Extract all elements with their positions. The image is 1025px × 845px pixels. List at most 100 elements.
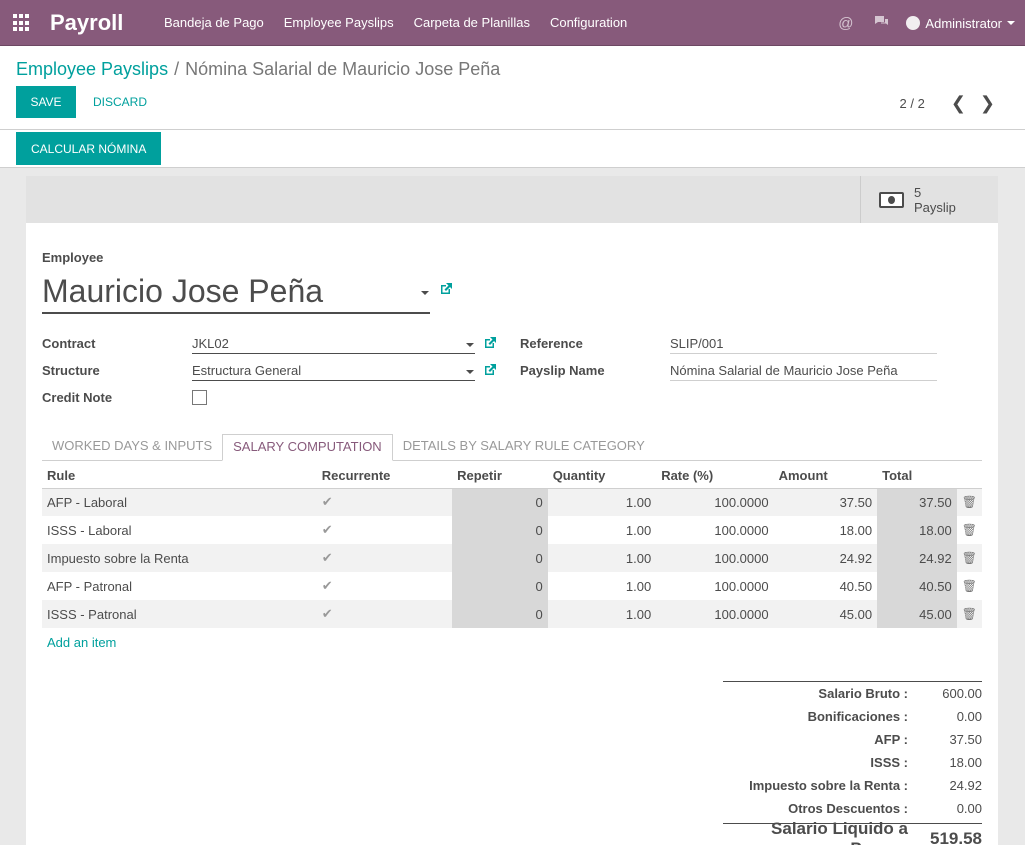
employee-field[interactable]: Mauricio Jose Peña [42,272,430,314]
cell-amount: 37.50 [773,488,878,516]
cell-rate: 100.0000 [714,522,769,538]
column-header-repetir[interactable]: Repetir [452,464,548,489]
structure-dropdown-icon[interactable] [466,370,474,374]
cell-rule: ISSS - Laboral [47,522,132,538]
employee-name: Mauricio Jose Peña [42,273,324,309]
apps-grid-icon[interactable] [13,14,31,32]
add-item-link[interactable]: Add an item [47,635,116,650]
cell-amount: 40.50 [839,578,873,594]
trash-icon[interactable]: 🗑 [957,572,982,600]
avatar [906,16,921,30]
structure-external-link-icon[interactable] [484,363,497,379]
cell-rule: ISSS - Patronal [42,600,317,628]
pager: 2 / 2 ❮ ❯ [900,93,995,114]
cell-rule: AFP - Laboral [42,488,317,516]
contract-dropdown-icon[interactable] [466,343,474,347]
total-row: Bonificaciones : 0.00 [723,705,982,728]
column-header-rule[interactable]: Rule [42,464,317,489]
contract-external-link-icon[interactable] [484,336,497,352]
calcular-nomina-button[interactable]: CALCULAR NÓMINA [16,132,162,165]
user-name: Administrator [925,15,1002,31]
trash-icon[interactable]: 🗑 [957,516,982,544]
trash-icon[interactable]: 🗑 [956,600,982,628]
pager-next-icon[interactable]: ❯ [980,93,995,114]
cell-rate: 100.0000 [656,488,774,516]
table-row[interactable]: AFP - Laboral ✔ 0 1.00 100.0000 37.50 37… [42,488,982,516]
reference-field[interactable]: SLIP/001 [670,334,937,354]
cell-recurrente: ✔ [316,600,453,628]
save-button[interactable]: SAVE [16,86,76,118]
tab-details-by-salary-rule-category[interactable]: DETAILS BY SALARY RULE CATEGORY [393,434,655,461]
menu-configuration[interactable]: Configuration [540,0,637,46]
payslip-count-label: Payslip [914,199,956,215]
breadcrumb: Employee Payslips / Nómina Salarial de Mau… [16,59,500,80]
navbar-right: @ Administrator [828,0,1015,46]
breadcrumb-parent[interactable]: Employee Payslips [16,59,168,79]
cell-rate: 100.0000 [714,578,769,594]
money-icon [879,191,904,208]
employee-dropdown-icon[interactable] [421,291,429,295]
cell-rate: 100.0000 [656,544,774,572]
contract-label: Contract [42,336,96,351]
column-header-quantity[interactable]: Quantity [547,464,657,489]
breadcrumb-current: Nómina Salarial de Mauricio Jose Peña [185,59,501,79]
pager-value: 2 / 2 [899,96,925,111]
tab-worked-days-inputs[interactable]: WORKED DAYS & INPUTS [42,434,222,461]
structure-field[interactable]: Estructura General [192,361,475,381]
menu-employee-payslips[interactable]: Employee Payslips [274,0,404,46]
table-row[interactable]: AFP - Patronal ✔ 0 1.00 100.0000 40.50 4… [42,572,982,600]
column-header-recurrente[interactable]: Recurrente [316,464,453,489]
payslip-name-field[interactable]: Nómina Salarial de Mauricio Jose Peña [670,361,937,381]
cell-repetir: 0 [452,600,548,628]
cell-repetir: 0 [452,572,548,600]
total-row: Otros Descuentos : 0.00 [723,797,982,820]
table-row[interactable]: ISSS - Patronal ✔ 0 1.00 100.0000 45.00 … [42,600,982,628]
cell-quantity: 1.00 [625,522,652,538]
chat-icon[interactable] [873,14,890,32]
user-menu[interactable]: Administrator [906,16,1015,31]
employee-external-link-icon[interactable] [440,282,453,298]
table-row[interactable]: Impuesto sobre la Renta ✔ 0 1.00 100.000… [42,544,982,572]
total-row: Salario Bruto : 600.00 [723,682,982,705]
cell-recurrente: ✔ [317,516,452,544]
credit-note-checkbox[interactable] [192,390,207,405]
discard-button[interactable]: DISCARD [93,95,147,109]
contract-field[interactable]: JKL02 [192,334,475,354]
column-header-total[interactable]: Total [877,464,957,489]
breadcrumb-separator: / [174,59,180,79]
total-value: 0.00 [956,801,982,816]
check-icon: ✔ [321,550,333,565]
cell-amount: 24.92 [773,544,878,572]
payslip-count-button[interactable]: 5 Payslip [860,176,998,223]
cell-total: 45.00 [877,600,957,628]
trash-icon[interactable]: 🗑 [956,488,982,516]
trash-icon[interactable]: 🗑 [956,544,982,572]
cell-rule: Impuesto sobre la Renta [42,544,317,572]
pager-previous-icon[interactable]: ❮ [951,93,966,114]
employee-label: Employee [42,250,104,265]
cell-repetir: 0 [452,544,548,572]
credit-note-label: Credit Note [42,390,113,405]
totals-summary: Salario Bruto : 600.00 Bonificaciones : … [723,681,982,845]
menu-bandeja-de-pago[interactable]: Bandeja de Pago [154,0,274,46]
top-navbar: Payroll Bandeja de Pago Employee Payslip… [0,0,1025,46]
total-value: 0.00 [956,709,982,724]
table-row[interactable]: ISSS - Laboral ✔ 0 1.00 100.0000 18.00 1… [42,516,982,544]
tab-salary-computation[interactable]: SALARY COMPUTATION [222,434,393,461]
total-value: 600.00 [942,686,982,701]
button-box: 5 Payslip [26,176,998,223]
total-value: 18.00 [949,755,982,770]
cell-amount: 18.00 [839,522,873,538]
at-sign-icon[interactable]: @ [838,15,853,32]
column-header-amount[interactable]: Amount [773,464,878,489]
cell-amount: 45.00 [773,600,878,628]
control-panel: Employee Payslips / Nómina Salarial de Mau… [0,46,1025,130]
total-label: Bonificaciones : [807,709,908,724]
net-salary-label: Salario Liquido a Pagar : [771,818,908,845]
menu-carpeta-de-planillas[interactable]: Carpeta de Planillas [404,0,540,46]
column-header-rate[interactable]: Rate (%) [656,464,774,489]
payslip-name-label: Payslip Name [520,363,605,378]
total-value: 37.50 [949,732,982,747]
total-label: AFP : [874,732,908,747]
check-icon: ✔ [321,522,333,537]
